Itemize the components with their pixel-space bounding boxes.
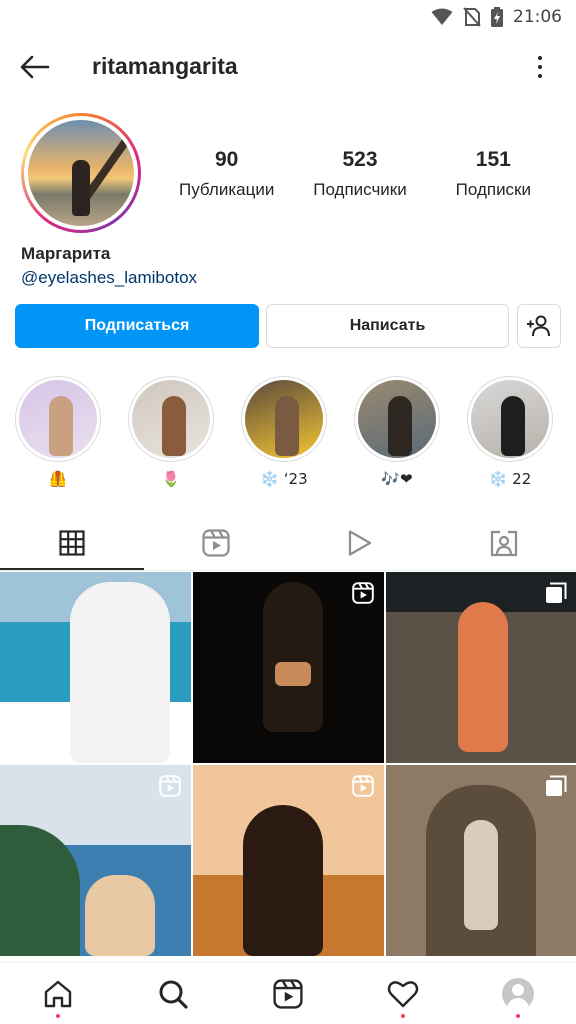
post-thumbnail[interactable] [0,572,191,763]
battery-charging-icon [491,7,503,27]
reels-icon [202,529,230,557]
arrow-left-icon [20,55,50,79]
posts-grid [0,572,576,962]
stat-posts[interactable]: 90 Публикации [160,148,293,200]
highlight-item[interactable]: ❄️ ‘23 [239,376,329,488]
divider [0,570,576,571]
post-thumbnail[interactable] [386,572,576,763]
highlight-cover [132,380,210,458]
no-sim-icon [463,7,481,27]
highlight-label: 🎶❤ [381,470,413,488]
reels-icon [352,775,374,797]
highlight-cover [245,380,323,458]
highlight-cover [471,380,549,458]
tagged-person-icon [490,530,518,557]
reels-icon [159,775,181,797]
post-thumbnail[interactable] [193,765,384,956]
bottom-navigation [0,962,576,1024]
heart-icon [388,980,419,1007]
stat-following[interactable]: 151 Подписки [427,148,560,200]
notification-dot [401,1014,406,1018]
carousel-icon [546,775,567,796]
status-time: 21:06 [513,7,562,27]
tab-reels[interactable] [144,516,288,570]
profile-header: ritamangarita [0,40,576,96]
grid-icon [59,530,85,556]
search-icon [159,980,188,1009]
username-title: ritamangarita [92,53,238,79]
reels-icon [352,582,374,604]
post-thumbnail[interactable] [0,765,191,956]
highlight-label: ❄️ 22 [488,470,532,488]
carousel-icon [546,582,567,603]
nav-reels[interactable] [230,963,345,1024]
stat-value: 523 [342,148,378,171]
stat-value: 151 [475,148,511,171]
post-thumbnail[interactable] [193,572,384,763]
back-button[interactable] [18,52,52,82]
highlight-cover [19,380,97,458]
profile-full-name: Маргарита [21,244,111,263]
reels-icon [273,978,303,1009]
nav-profile[interactable] [461,963,576,1024]
suggest-people-button[interactable] [517,304,561,348]
status-bar: 21:06 [0,0,576,34]
highlight-item[interactable]: 🌷 [126,376,216,488]
highlight-label: ❄️ ‘23 [260,470,308,488]
highlight-item[interactable]: 🦺 [13,376,103,488]
post-thumbnail[interactable] [386,765,576,956]
tab-tagged[interactable] [432,516,576,570]
highlight-item[interactable]: ❄️ 22 [465,376,555,488]
nav-search[interactable] [115,963,230,1024]
profile-avatar-story-ring[interactable] [21,113,141,233]
avatar [28,120,134,226]
tab-videos[interactable] [288,516,432,570]
stat-followers[interactable]: 523 Подписчики [293,148,426,200]
bio-mention-link[interactable]: @eyelashes_lamibotox [21,268,197,288]
tab-grid[interactable] [0,516,144,570]
profile-stats: 90 Публикации 523 Подписчики 151 Подписк… [160,148,560,200]
nav-home[interactable] [0,963,115,1024]
notification-dot [516,1014,521,1018]
profile-actions: Подписаться Написать [15,304,561,348]
stat-label: Подписчики [313,180,407,199]
story-highlights: 🦺 🌷 ❄️ ‘23 🎶❤ ❄️ 22 [0,376,576,496]
message-button[interactable]: Написать [266,304,509,348]
profile-content-tabs [0,516,576,570]
more-options-button[interactable] [532,52,548,82]
highlight-label: 🌷 [161,470,181,488]
follow-button[interactable]: Подписаться [15,304,259,348]
more-vertical-icon [538,56,542,60]
stat-label: Публикации [179,180,275,199]
profile-avatar-icon [502,977,535,1010]
nav-activity[interactable] [346,963,461,1024]
wifi-icon [431,8,453,25]
add-person-icon [527,315,550,337]
stat-label: Подписки [455,180,531,199]
home-icon [44,980,71,1007]
play-icon [348,530,372,556]
highlight-item[interactable]: 🎶❤ [352,376,442,488]
stat-value: 90 [214,148,239,171]
highlight-label: 🦺 [48,470,68,488]
notification-dot [55,1014,60,1018]
highlight-cover [358,380,436,458]
